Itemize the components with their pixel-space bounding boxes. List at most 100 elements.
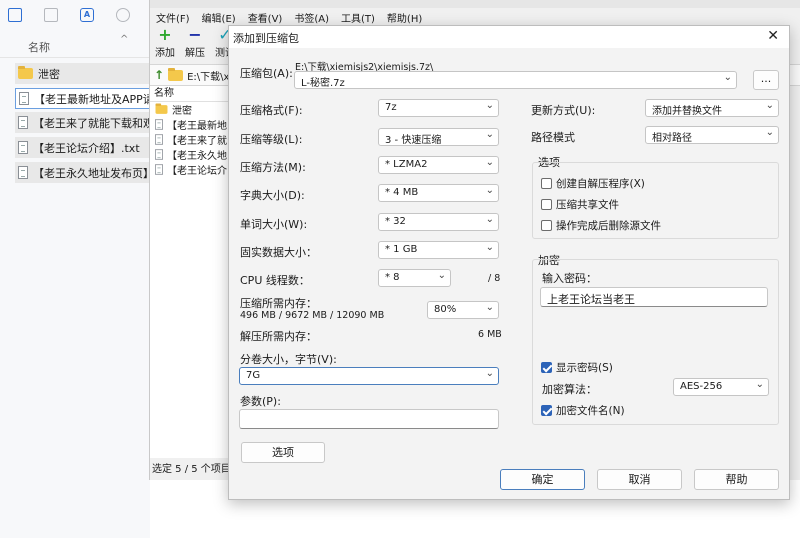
- chevron-down-icon: ⌄: [485, 100, 494, 111]
- decompress-memory-label: 解压所需内存：: [240, 330, 317, 343]
- status-bar: 选定 5 / 5 个项目: [152, 464, 230, 475]
- item-label: 【老王永久地址发布页】.: [33, 166, 150, 180]
- select-value: AES-256: [680, 381, 723, 392]
- explorer-column-header[interactable]: 名称 ^: [0, 34, 150, 58]
- chevron-down-icon: ⌄: [485, 302, 494, 313]
- title-bar: [150, 0, 800, 8]
- explorer-toolbar: A: [0, 0, 150, 28]
- list-item[interactable]: 泄密: [150, 102, 230, 117]
- close-icon[interactable]: ✕: [767, 28, 779, 44]
- select-value: * 4 MB: [385, 187, 419, 198]
- method-select[interactable]: * LZMA2 ⌄: [378, 156, 499, 174]
- select-value: * 32: [385, 216, 406, 227]
- explorer-item-file[interactable]: 【老王永久地址发布页】.: [15, 162, 150, 183]
- ai-icon[interactable]: A: [80, 8, 94, 22]
- select-value: 7G: [246, 370, 261, 381]
- item-label: 泄密: [38, 67, 60, 81]
- list-item[interactable]: 【老王论坛介: [150, 162, 230, 177]
- file-list: 名称 泄密 【老王最新地 【老王来了就 【老王永久地 【老王论坛介: [150, 86, 230, 458]
- delete-after-checkbox[interactable]: 操作完成后删除源文件: [541, 218, 661, 233]
- share-icon[interactable]: [116, 8, 130, 22]
- compress-memory-detail: 496 MB / 9672 MB / 12090 MB: [240, 310, 385, 321]
- format-select[interactable]: 7z ⌄: [378, 99, 499, 117]
- item-label: 【老王永久地: [167, 151, 227, 162]
- list-item[interactable]: 【老王永久地: [150, 147, 230, 162]
- chevron-down-icon: ⌄: [485, 242, 494, 253]
- item-label: 【老王来了就能下载和观看: [33, 116, 150, 130]
- checkbox-box: [541, 178, 552, 189]
- split-size-label: 分卷大小，字节(V):: [240, 353, 337, 366]
- update-mode-select[interactable]: 添加并替换文件 ⌄: [645, 99, 779, 117]
- dialog-title-bar: 添加到压缩包 ✕: [229, 26, 789, 48]
- paste-icon[interactable]: [44, 8, 58, 22]
- solid-size-select[interactable]: * 1 GB ⌄: [378, 241, 499, 259]
- options-button[interactable]: 选项: [241, 442, 325, 463]
- explorer-item-folder[interactable]: 泄密: [15, 63, 150, 84]
- chevron-down-icon: ⌄: [485, 157, 494, 168]
- encrypt-filenames-checkbox[interactable]: 加密文件名(N): [541, 403, 625, 418]
- extract-button[interactable]: − 解压: [182, 25, 208, 64]
- method-label: 压缩方法(M):: [240, 161, 306, 174]
- text-file-icon: [155, 149, 163, 160]
- show-password-checkbox[interactable]: 显示密码(S): [541, 360, 613, 375]
- copy-icon[interactable]: [8, 8, 22, 22]
- chevron-down-icon: ⌄: [765, 100, 774, 111]
- dialog-title: 添加到压缩包: [233, 32, 299, 45]
- select-value: 添加并替换文件: [652, 106, 722, 117]
- compress-shared-checkbox[interactable]: 压缩共享文件: [541, 197, 619, 212]
- chevron-down-icon: ⌄: [437, 270, 446, 281]
- minus-icon: −: [188, 25, 202, 44]
- parameters-input[interactable]: [239, 409, 499, 429]
- item-label: 【老王来了就: [167, 136, 227, 147]
- item-label: 【老王最新地址及APP请求: [34, 92, 149, 106]
- cpu-threads-max: / 8: [488, 273, 501, 284]
- split-size-combobox[interactable]: 7G ⌄: [239, 367, 499, 385]
- encryption-method-select[interactable]: AES-256 ⌄: [673, 378, 769, 396]
- word-size-select[interactable]: * 32 ⌄: [378, 213, 499, 231]
- column-header-name[interactable]: 名称: [150, 86, 230, 102]
- format-label: 压缩格式(F):: [240, 104, 303, 117]
- path-mode-select[interactable]: 相对路径 ⌄: [645, 126, 779, 144]
- text-file-icon: [19, 92, 29, 105]
- chevron-up-icon: ^: [120, 34, 129, 45]
- level-select[interactable]: 3 - 快速压缩 ⌄: [378, 128, 499, 146]
- cancel-button[interactable]: 取消: [597, 469, 682, 490]
- checkbox-label: 加密文件名(N): [556, 405, 625, 417]
- checkbox-box: [541, 220, 552, 231]
- list-item[interactable]: 【老王来了就: [150, 132, 230, 147]
- browse-button[interactable]: ...: [753, 70, 779, 90]
- text-file-icon: [18, 116, 28, 129]
- text-file-icon: [155, 164, 163, 175]
- password-input[interactable]: 上老王论坛当老王: [540, 287, 768, 307]
- explorer-item-file[interactable]: 【老王来了就能下载和观看: [15, 112, 150, 133]
- cpu-threads-label: CPU 线程数：: [240, 274, 310, 287]
- ok-button[interactable]: 确定: [500, 469, 585, 490]
- dictionary-select[interactable]: * 4 MB ⌄: [378, 184, 499, 202]
- level-label: 压缩等级(L):: [240, 133, 303, 146]
- item-label: 【老王最新地: [167, 121, 227, 132]
- memory-percent-select[interactable]: 80% ⌄: [427, 301, 499, 319]
- select-value: 80%: [434, 304, 457, 315]
- plus-icon: +: [158, 25, 172, 44]
- item-label: 【老王论坛介绍】.txt: [33, 141, 140, 155]
- checkbox-box: [541, 405, 552, 416]
- help-button[interactable]: 帮助: [694, 469, 779, 490]
- add-button[interactable]: + 添加: [152, 25, 178, 64]
- checkbox-box: [541, 199, 552, 210]
- explorer-item-file[interactable]: 【老王论坛介绍】.txt: [15, 137, 150, 158]
- archive-name-combobox[interactable]: L-秘密.7z ⌄: [294, 71, 737, 89]
- up-folder-icon[interactable]: ↑: [154, 68, 164, 82]
- chevron-down-icon: ⌄: [485, 129, 494, 140]
- checkbox-box: [541, 362, 552, 373]
- extract-label: 解压: [185, 48, 205, 59]
- parameters-label: 参数(P):: [240, 395, 281, 408]
- checkbox-label: 显示密码(S): [556, 362, 613, 374]
- encryption-method-label: 加密算法：: [542, 383, 597, 396]
- explorer-item-file[interactable]: 【老王最新地址及APP请求: [15, 88, 150, 109]
- list-item[interactable]: 【老王最新地: [150, 117, 230, 132]
- cpu-threads-select[interactable]: * 8 ⌄: [378, 269, 451, 287]
- compress-memory-label: 压缩所需内存：: [240, 297, 317, 310]
- select-value: 7z: [385, 102, 397, 113]
- create-sfx-checkbox[interactable]: 创建自解压程序(X): [541, 176, 645, 191]
- explorer-window: A 名称 ^ 泄密 【老王最新地址及APP请求 【老王来了就能下载和观看 【老王…: [0, 0, 150, 538]
